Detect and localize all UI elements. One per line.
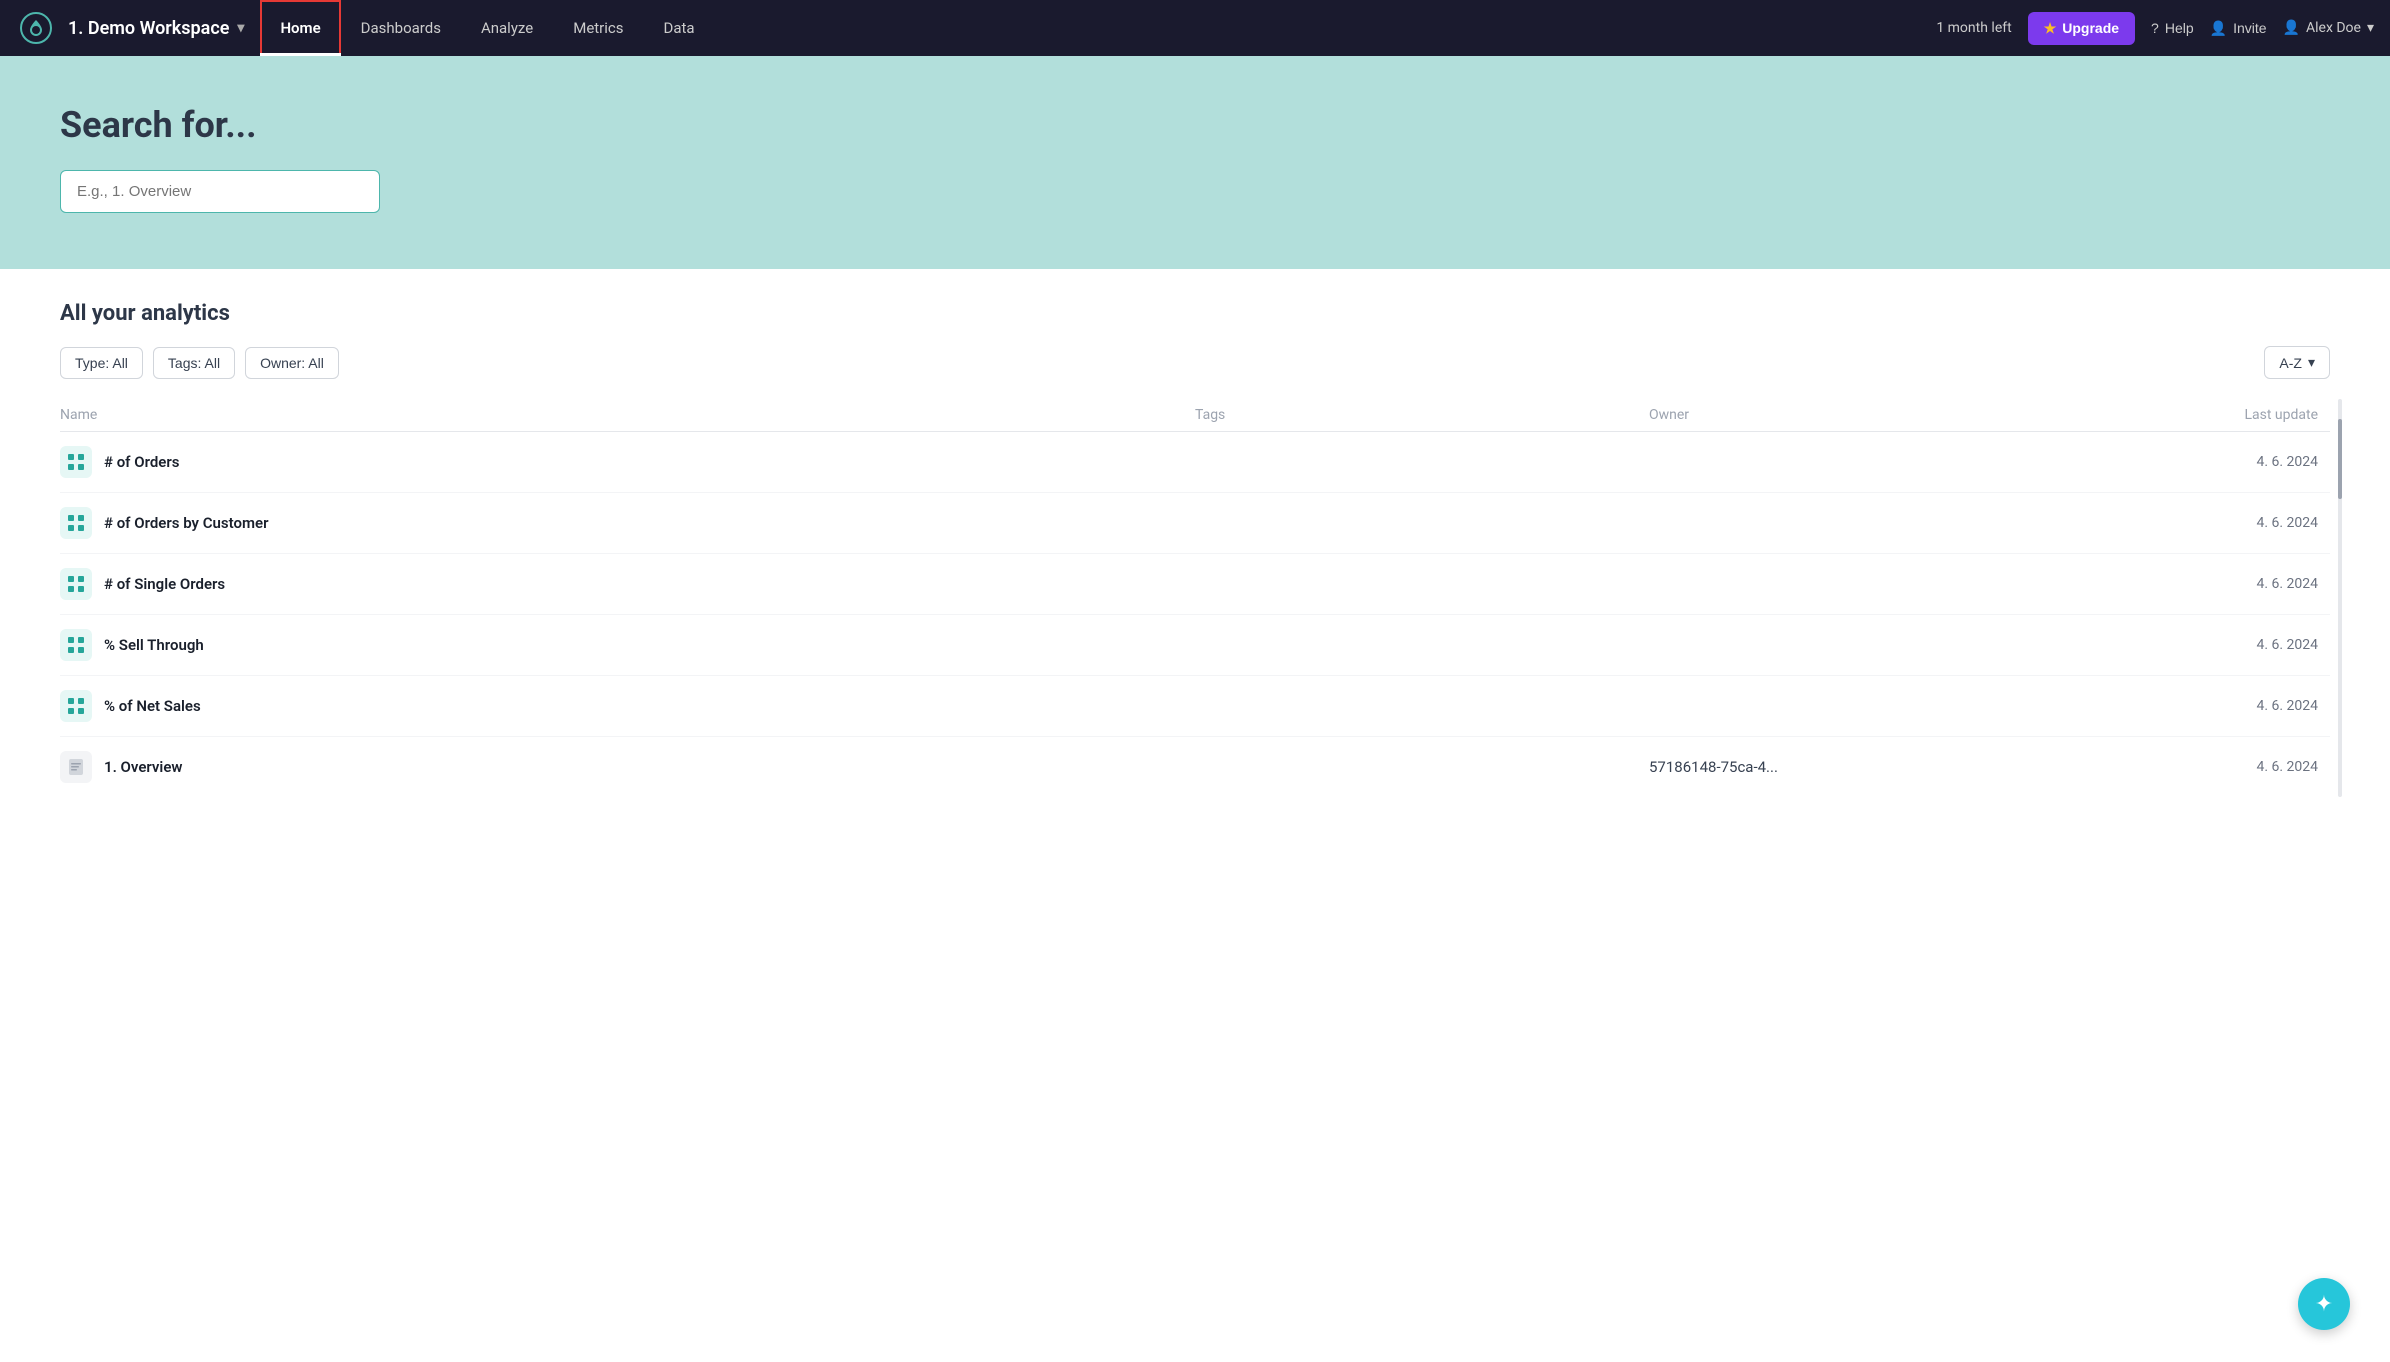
row-tags-cell: [1195, 554, 1649, 615]
app-logo: [16, 8, 56, 48]
row-name-label: % of Net Sales: [104, 697, 201, 715]
analytics-table: Name Tags Owner Last update # of Orde: [60, 399, 2330, 797]
table-scrollbar-thumb: [2338, 419, 2342, 499]
nav-item-dashboards[interactable]: Dashboards: [341, 0, 461, 56]
table-header-row: Name Tags Owner Last update: [60, 399, 2330, 432]
row-owner-cell: [1649, 432, 1990, 493]
row-name-cell: 1. Overview: [60, 751, 1183, 783]
row-name-label: # of Orders by Customer: [104, 514, 268, 532]
nav-item-analyze[interactable]: Analyze: [461, 0, 553, 56]
help-button[interactable]: ? Help: [2151, 20, 2194, 36]
user-avatar-icon: 👤: [2283, 20, 2300, 36]
row-name-label: % Sell Through: [104, 636, 204, 654]
filters-bar: Type: All Tags: All Owner: All A-Z ▾: [60, 346, 2330, 379]
row-name-cell: # of Single Orders: [60, 568, 1183, 600]
row-name-label: # of Orders: [104, 453, 179, 471]
main-content: All your analytics Type: All Tags: All O…: [0, 269, 2390, 829]
row-name-label: 1. Overview: [104, 758, 182, 776]
analytics-table-wrapper: Name Tags Owner Last update # of Orde: [60, 399, 2330, 797]
table-row[interactable]: # of Orders 4. 6. 2024: [60, 432, 2330, 493]
table-scrollbar[interactable]: [2338, 399, 2342, 797]
nav-item-data[interactable]: Data: [644, 0, 715, 56]
navbar: 1. Demo Workspace ▾ Home Dashboards Anal…: [0, 0, 2390, 56]
metric-icon: [60, 568, 92, 600]
row-name-cell: # of Orders: [60, 446, 1183, 478]
row-date-cell: 4. 6. 2024: [1990, 554, 2331, 615]
star-icon: ★: [2044, 20, 2057, 37]
row-owner-cell: [1649, 676, 1990, 737]
trial-badge: 1 month left: [1936, 20, 2011, 36]
metric-icon: [60, 690, 92, 722]
metric-icon: [60, 446, 92, 478]
col-header-tags: Tags: [1195, 399, 1649, 432]
tags-filter-button[interactable]: Tags: All: [153, 347, 235, 379]
row-owner-cell: [1649, 615, 1990, 676]
row-owner-cell: [1649, 493, 1990, 554]
table-row[interactable]: % Sell Through 4. 6. 2024: [60, 615, 2330, 676]
row-date-cell: 4. 6. 2024: [1990, 493, 2331, 554]
workspace-name: 1. Demo Workspace: [68, 18, 229, 39]
section-title: All your analytics: [60, 301, 2330, 326]
hero-section: Search for...: [0, 56, 2390, 269]
row-tags-cell: [1195, 676, 1649, 737]
chevron-down-icon: ▾: [2308, 354, 2315, 371]
user-chevron-icon: ▾: [2367, 20, 2374, 36]
table-row[interactable]: 1. Overview 57186148-75ca-4... 4. 6. 202…: [60, 737, 2330, 798]
row-name-cell: % of Net Sales: [60, 690, 1183, 722]
upgrade-button[interactable]: ★ Upgrade: [2028, 12, 2135, 45]
workspace-selector[interactable]: 1. Demo Workspace ▾: [68, 18, 244, 39]
metric-icon: [60, 629, 92, 661]
row-tags-cell: [1195, 737, 1649, 798]
navbar-right: 1 month left ★ Upgrade ? Help 👤 Invite 👤…: [1936, 12, 2374, 45]
fab-button[interactable]: ✦: [2298, 1278, 2350, 1330]
row-date-cell: 4. 6. 2024: [1990, 737, 2331, 798]
table-row[interactable]: # of Single Orders 4. 6. 2024: [60, 554, 2330, 615]
nav-item-metrics[interactable]: Metrics: [553, 0, 643, 56]
workspace-chevron-icon: ▾: [237, 20, 244, 36]
row-tags-cell: [1195, 493, 1649, 554]
table-row[interactable]: # of Orders by Customer 4. 6. 2024: [60, 493, 2330, 554]
table-row[interactable]: % of Net Sales 4. 6. 2024: [60, 676, 2330, 737]
row-owner-cell: [1649, 554, 1990, 615]
search-input[interactable]: [60, 170, 380, 213]
row-name-label: # of Single Orders: [104, 575, 225, 593]
hero-title: Search for...: [60, 104, 2330, 146]
main-nav: Home Dashboards Analyze Metrics Data: [260, 0, 1936, 56]
sort-button[interactable]: A-Z ▾: [2264, 346, 2330, 379]
row-name-cell: % Sell Through: [60, 629, 1183, 661]
owner-filter-button[interactable]: Owner: All: [245, 347, 339, 379]
col-header-name: Name: [60, 399, 1195, 432]
fab-icon: ✦: [2315, 1291, 2333, 1317]
report-icon: [60, 751, 92, 783]
row-date-cell: 4. 6. 2024: [1990, 615, 2331, 676]
invite-button[interactable]: 👤 Invite: [2210, 20, 2267, 37]
row-owner-cell: 57186148-75ca-4...: [1649, 737, 1990, 798]
row-date-cell: 4. 6. 2024: [1990, 432, 2331, 493]
row-name-cell: # of Orders by Customer: [60, 507, 1183, 539]
nav-item-home[interactable]: Home: [260, 0, 340, 56]
row-date-cell: 4. 6. 2024: [1990, 676, 2331, 737]
question-icon: ?: [2151, 20, 2159, 36]
person-icon: 👤: [2210, 20, 2227, 37]
metric-icon: [60, 507, 92, 539]
type-filter-button[interactable]: Type: All: [60, 347, 143, 379]
row-tags-cell: [1195, 615, 1649, 676]
col-header-last-update: Last update: [1990, 399, 2331, 432]
user-menu[interactable]: 👤 Alex Doe ▾: [2283, 20, 2374, 36]
col-header-owner: Owner: [1649, 399, 1990, 432]
row-tags-cell: [1195, 432, 1649, 493]
